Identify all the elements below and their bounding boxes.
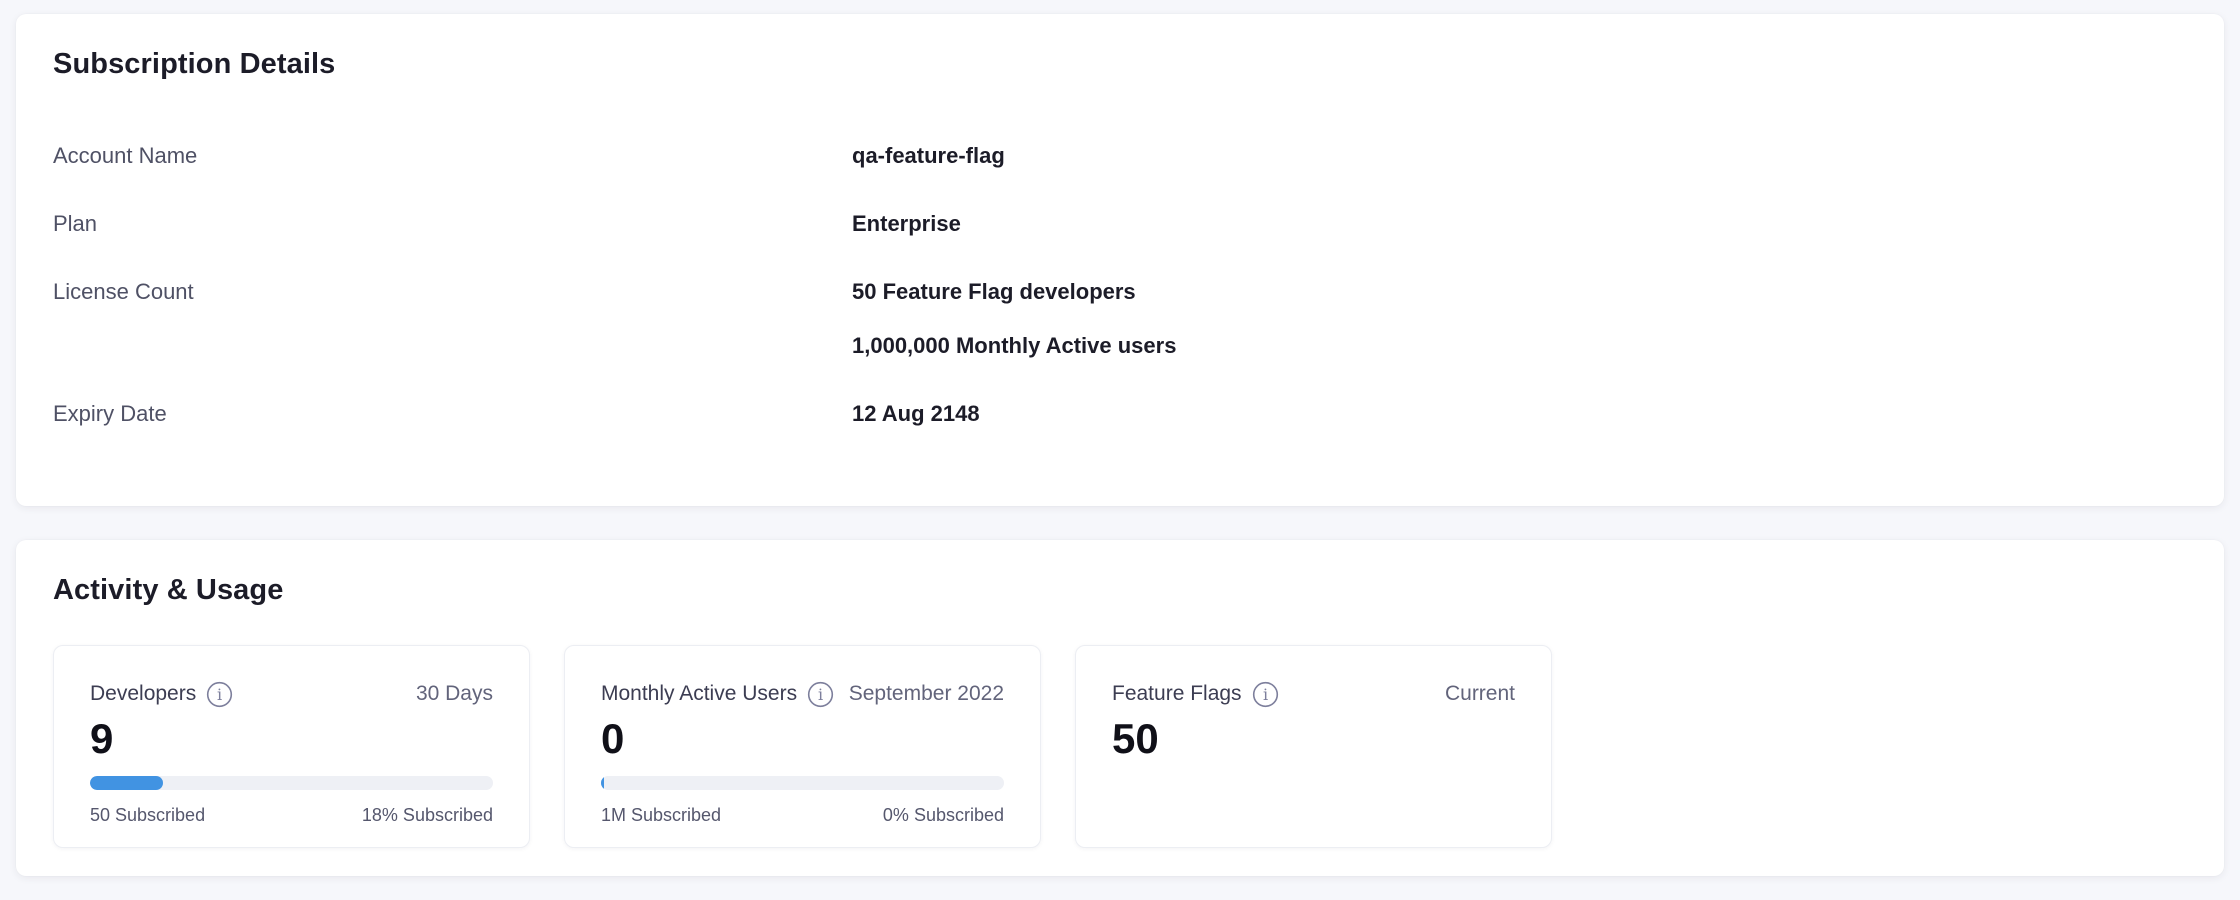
- metric-name-wrap: Monthly Active Users i: [601, 680, 834, 708]
- detail-row: Account Name qa-feature-flag: [53, 140, 2187, 172]
- metric-value: 9: [90, 714, 493, 764]
- metric-tiles: Developers i 30 Days 9 50 Subscribed 18%…: [53, 645, 2187, 848]
- subscribed-count-caption: 50 Subscribed: [90, 803, 205, 827]
- subscription-details-card: Subscription Details Account Name qa-fea…: [16, 14, 2224, 506]
- detail-value: 1,000,000 Monthly Active users: [852, 330, 2187, 362]
- subscribed-count-caption: 1M Subscribed: [601, 803, 721, 827]
- metric-header: Developers i 30 Days: [90, 680, 493, 708]
- detail-values: 12 Aug 2148: [852, 398, 2187, 430]
- svg-text:i: i: [1263, 685, 1268, 704]
- svg-text:i: i: [818, 685, 823, 704]
- activity-usage-title: Activity & Usage: [53, 570, 2187, 610]
- detail-row: Plan Enterprise: [53, 208, 2187, 240]
- detail-values: 50 Feature Flag developers 1,000,000 Mont…: [852, 276, 2187, 362]
- detail-value: qa-feature-flag: [852, 140, 2187, 172]
- detail-row: Expiry Date 12 Aug 2148: [53, 398, 2187, 430]
- metric-header: Feature Flags i Current: [1112, 680, 1515, 708]
- progress-bar-fill: [90, 776, 163, 790]
- progress-bar-track: [601, 776, 1004, 790]
- detail-values: qa-feature-flag: [852, 140, 2187, 172]
- info-icon[interactable]: i: [807, 681, 834, 708]
- metric-value: 0: [601, 714, 1004, 764]
- metric-name: Feature Flags: [1112, 680, 1242, 708]
- detail-value: 50 Feature Flag developers: [852, 276, 2187, 308]
- subscription-details-title: Subscription Details: [53, 44, 2187, 84]
- svg-text:i: i: [217, 685, 222, 704]
- subscription-page: Subscription Details Account Name qa-fea…: [0, 0, 2240, 900]
- metric-value: 50: [1112, 714, 1515, 764]
- detail-row: License Count 50 Feature Flag developers…: [53, 276, 2187, 362]
- metric-tile-developers: Developers i 30 Days 9 50 Subscribed 18%…: [53, 645, 530, 848]
- metric-period: Current: [1445, 680, 1515, 708]
- metric-name: Monthly Active Users: [601, 680, 797, 708]
- metric-tile-monthly-active-users: Monthly Active Users i September 2022 0 …: [564, 645, 1041, 848]
- info-icon[interactable]: i: [1252, 681, 1279, 708]
- subscription-details-rows: Account Name qa-feature-flag Plan Enterp…: [53, 140, 2187, 430]
- metric-period: 30 Days: [416, 680, 493, 708]
- metric-name-wrap: Feature Flags i: [1112, 680, 1279, 708]
- activity-usage-card: Activity & Usage Developers i 30 Days 9 …: [16, 540, 2224, 876]
- progress-bar-fill: [601, 776, 604, 790]
- metric-footer: 50 Subscribed 18% Subscribed: [90, 803, 493, 827]
- detail-label: Plan: [53, 208, 852, 240]
- metric-period: September 2022: [849, 680, 1004, 708]
- detail-value: 12 Aug 2148: [852, 398, 2187, 430]
- metric-name: Developers: [90, 680, 196, 708]
- detail-value: Enterprise: [852, 208, 2187, 240]
- detail-values: Enterprise: [852, 208, 2187, 240]
- progress-bar-track: [90, 776, 493, 790]
- detail-label: Expiry Date: [53, 398, 852, 430]
- metric-name-wrap: Developers i: [90, 680, 233, 708]
- metric-footer: 1M Subscribed 0% Subscribed: [601, 803, 1004, 827]
- metric-header: Monthly Active Users i September 2022: [601, 680, 1004, 708]
- detail-label: Account Name: [53, 140, 852, 172]
- subscribed-percent-caption: 18% Subscribed: [362, 803, 493, 827]
- metric-tile-feature-flags: Feature Flags i Current 50: [1075, 645, 1552, 848]
- info-icon[interactable]: i: [206, 681, 233, 708]
- detail-label: License Count: [53, 276, 852, 362]
- subscribed-percent-caption: 0% Subscribed: [883, 803, 1004, 827]
